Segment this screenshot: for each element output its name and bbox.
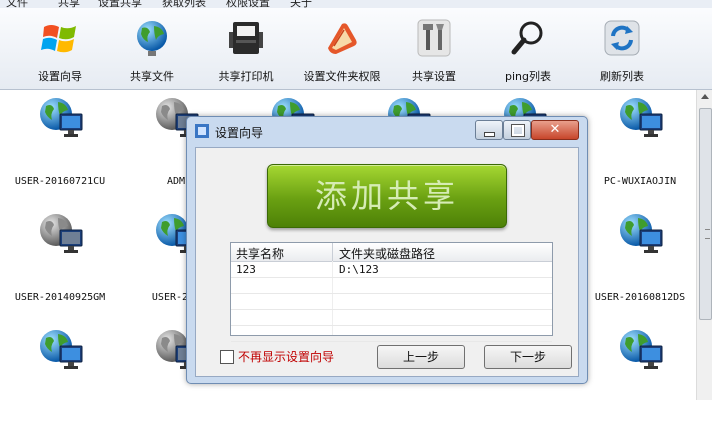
column-header-share-name[interactable]: 共享名称 xyxy=(236,245,284,262)
dialog-body: 添加共享 共享名称 文件夹或磁盘路径 123 D:\123 不再显示设置向导 上一… xyxy=(195,147,579,377)
host-computer[interactable]: USER-20140925GM xyxy=(0,212,120,327)
network-computer-icon xyxy=(40,330,83,369)
share-files-button[interactable]: 共享文件 xyxy=(112,12,192,88)
menu-permissions[interactable]: 权限设置 xyxy=(226,0,270,8)
toolbar: 设置向导 共享文件 共享打印机 设置文件夹权限 共享设置 ping列表 刷新列表 xyxy=(0,8,712,90)
table-row[interactable] xyxy=(231,309,552,326)
setup-wizard-button[interactable]: 设置向导 xyxy=(20,12,100,88)
vertical-scrollbar[interactable] xyxy=(696,90,712,400)
refresh-list-button[interactable]: 刷新列表 xyxy=(584,12,660,88)
maximize-icon xyxy=(511,124,525,137)
dont-show-again-checkbox[interactable] xyxy=(220,350,234,364)
tools-icon xyxy=(417,19,451,57)
menu-file[interactable]: 文件 xyxy=(6,0,28,8)
menu-about[interactable]: 关于 xyxy=(290,0,312,8)
grip-icon xyxy=(705,229,710,239)
host-computer[interactable]: USER-20160812DS xyxy=(580,212,700,327)
menu-get-list[interactable]: 获取列表 xyxy=(162,0,206,8)
network-computer-icon xyxy=(620,214,663,253)
toolbar-label: 共享设置 xyxy=(412,70,456,83)
host-computer[interactable] xyxy=(0,328,120,443)
maximize-button[interactable] xyxy=(503,120,531,140)
share-path-cell: D:\123 xyxy=(339,263,379,276)
menu-set-share[interactable]: 设置共享 xyxy=(98,0,142,8)
host-name: USER-20160812DS xyxy=(594,292,686,303)
folder-permissions-button[interactable]: 设置文件夹权限 xyxy=(294,12,390,88)
dont-show-again-label[interactable]: 不再显示设置向导 xyxy=(238,348,334,365)
table-row[interactable] xyxy=(231,293,552,310)
network-computer-icon xyxy=(40,214,83,253)
toolbar-label: 设置文件夹权限 xyxy=(303,70,381,83)
host-computer[interactable] xyxy=(580,328,700,443)
globe-icon xyxy=(137,21,167,56)
host-name: USER-20140925GM xyxy=(14,292,106,303)
dialog-title: 设置向导 xyxy=(215,126,264,140)
add-share-button[interactable]: 添加共享 xyxy=(267,164,507,228)
menu-bar: 文件 共享 设置共享 获取列表 权限设置 关于 xyxy=(0,0,712,8)
table-row[interactable] xyxy=(231,325,552,342)
folder-lock-icon xyxy=(328,23,357,54)
network-computer-icon xyxy=(620,330,663,369)
column-header-path[interactable]: 文件夹或磁盘路径 xyxy=(339,245,435,262)
share-settings-button[interactable]: 共享设置 xyxy=(398,12,470,88)
printer-icon xyxy=(229,22,263,54)
column-divider[interactable] xyxy=(332,243,333,261)
next-step-button[interactable]: 下一步 xyxy=(484,345,572,369)
table-row[interactable] xyxy=(231,277,552,294)
share-list[interactable]: 共享名称 文件夹或磁盘路径 123 D:\123 xyxy=(230,242,553,342)
minimize-icon xyxy=(484,132,495,137)
minimize-button[interactable] xyxy=(475,120,503,140)
network-computer-icon xyxy=(620,98,663,137)
scrollbar-thumb[interactable] xyxy=(699,108,712,320)
close-icon: ✕ xyxy=(549,122,561,137)
toolbar-label: 共享文件 xyxy=(130,70,174,83)
host-name: USER-20160721CU xyxy=(14,176,106,187)
scroll-up-arrow-icon[interactable] xyxy=(701,94,709,99)
close-button[interactable]: ✕ xyxy=(531,120,579,140)
menu-share[interactable]: 共享 xyxy=(58,0,80,8)
host-computer[interactable]: USER-20160721CU xyxy=(0,96,120,211)
share-name-cell: 123 xyxy=(236,263,256,276)
share-printer-button[interactable]: 共享打印机 xyxy=(204,12,288,88)
toolbar-label: ping列表 xyxy=(505,70,551,83)
magnifier-icon xyxy=(511,21,543,55)
setup-wizard-dialog: 设置向导 ✕ 添加共享 共享名称 文件夹或磁盘路径 123 D:\123 不再显示… xyxy=(186,116,588,384)
windows-flag-icon xyxy=(41,25,76,53)
table-row[interactable]: 123 D:\123 xyxy=(231,261,552,278)
share-list-header: 共享名称 文件夹或磁盘路径 xyxy=(231,243,552,262)
dialog-titlebar[interactable]: 设置向导 ✕ xyxy=(187,117,587,145)
toolbar-label: 设置向导 xyxy=(38,70,82,83)
network-computer-icon xyxy=(40,98,83,137)
toolbar-label: 刷新列表 xyxy=(600,70,644,83)
toolbar-label: 共享打印机 xyxy=(218,70,274,83)
previous-step-button[interactable]: 上一步 xyxy=(377,345,465,369)
host-computer[interactable]: PC-WUXIAOJIN xyxy=(580,96,700,211)
ping-list-button[interactable]: ping列表 xyxy=(488,12,568,88)
refresh-icon xyxy=(604,20,640,56)
app-icon xyxy=(195,124,209,138)
host-name: PC-WUXIAOJIN xyxy=(603,176,677,187)
